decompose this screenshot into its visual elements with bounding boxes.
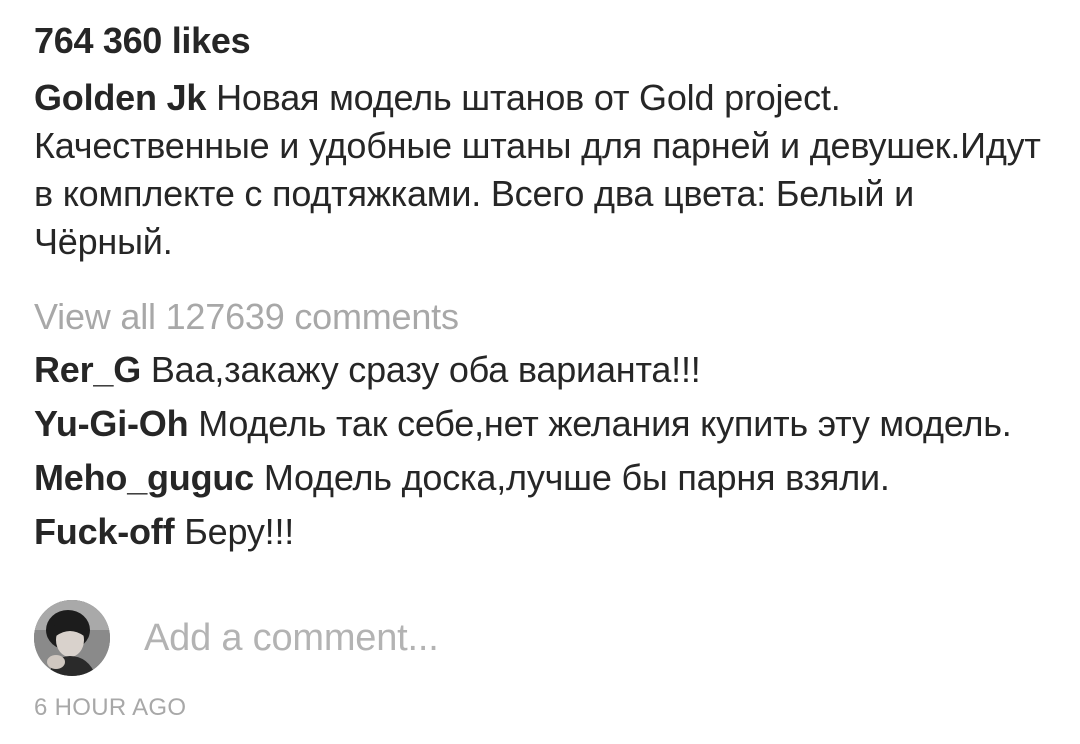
likes-count[interactable]: 764 360 likes (34, 18, 1054, 64)
comment-username[interactable]: Fuck-off (34, 511, 175, 552)
comment-username[interactable]: Rer_G (34, 349, 141, 390)
add-comment-input[interactable] (144, 616, 844, 660)
view-all-comments-link[interactable]: View all 127639 comments (34, 294, 459, 340)
comment-text: Модель доска,лучше бы парня взяли. (263, 457, 890, 498)
comment-item: Fuck-off Беру!!! (34, 508, 1054, 556)
add-comment-row (34, 600, 844, 676)
comment-item: Rer_G Ваа,закажу сразу оба варианта!!! (34, 346, 1054, 394)
comments-list: Rer_G Ваа,закажу сразу оба варианта!!! Y… (34, 346, 1054, 556)
comment-text: Ваа,закажу сразу оба варианта!!! (150, 349, 701, 390)
caption-username[interactable]: Golden Jk (34, 77, 206, 118)
post-timestamp: 6 HOUR AGO (34, 694, 187, 721)
comment-username[interactable]: Meho_guguc (34, 457, 254, 498)
user-avatar[interactable] (34, 600, 110, 676)
comment-item: Yu-Gi-Oh Модель так себе,нет желания куп… (34, 400, 1054, 448)
comment-text: Беру!!! (184, 511, 295, 552)
comment-item: Meho_guguc Модель доска,лучше бы парня в… (34, 454, 1054, 502)
post-details: 764 360 likes Golden Jk Новая модель шта… (34, 18, 1054, 556)
comment-username[interactable]: Yu-Gi-Oh (34, 403, 189, 444)
comment-text: Модель так себе,нет желания купить эту м… (198, 403, 1012, 444)
avatar-photo-icon (34, 600, 110, 676)
post-caption: Golden Jk Новая модель штанов от Gold pr… (34, 74, 1054, 266)
